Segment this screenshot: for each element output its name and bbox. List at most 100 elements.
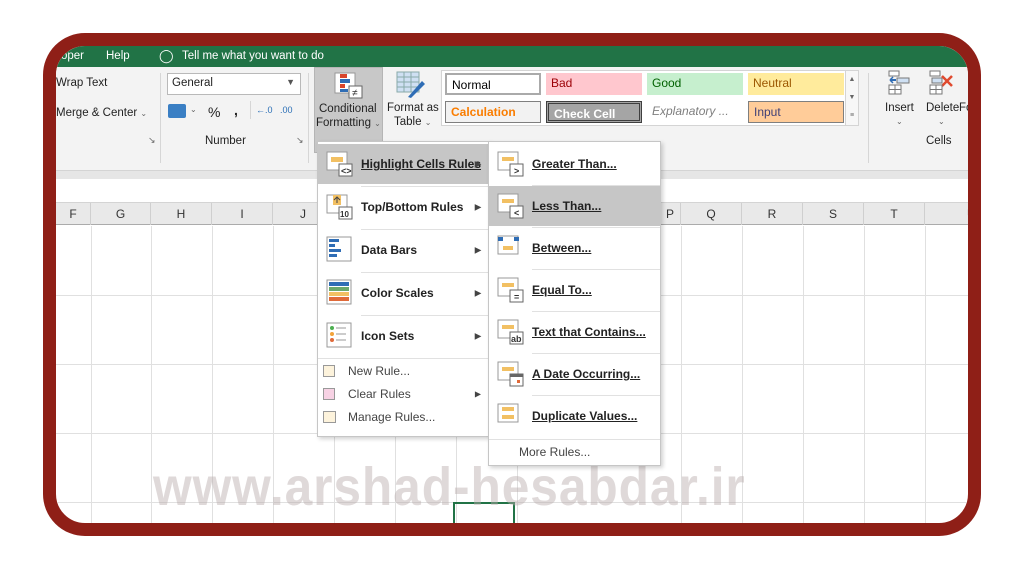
delete-button[interactable]: Delete ⌄ bbox=[922, 67, 962, 137]
gallery-scroll-up[interactable]: ▲ bbox=[845, 71, 858, 89]
percent-style-button[interactable]: % bbox=[208, 104, 220, 120]
fat-label-line1: Format as bbox=[387, 102, 439, 114]
cf-label-line1: Conditional bbox=[319, 103, 377, 115]
ribbon-tab-bar: oper Help ◯ Tell me what you want to do bbox=[56, 46, 968, 67]
comma-style-button[interactable]: , bbox=[234, 102, 238, 118]
column-header[interactable]: G bbox=[91, 203, 151, 225]
menu-item-clear-rules[interactable]: Clear Rules ▶ bbox=[318, 383, 489, 405]
merge-center-label: Merge & Center bbox=[56, 107, 138, 119]
lightbulb-icon: ◯ bbox=[159, 48, 174, 63]
merge-center-button[interactable]: Merge & Center ⌄ bbox=[56, 107, 147, 119]
menu-item-manage-rules[interactable]: Manage Rules... bbox=[318, 406, 489, 428]
cell-styles-gallery: Normal Bad Good Neutral Calculation Chec… bbox=[441, 70, 859, 126]
gallery-scroll-down[interactable]: ▼ bbox=[845, 89, 858, 107]
decrease-decimal-button[interactable]: .00 bbox=[280, 105, 293, 115]
style-calculation-label: Calculation bbox=[451, 105, 516, 119]
submenu-item-between[interactable]: Between... bbox=[489, 228, 660, 268]
style-calculation[interactable]: Calculation bbox=[445, 101, 541, 123]
chevron-down-icon: ⌄ bbox=[424, 118, 432, 127]
number-launcher-icon[interactable]: ↘ bbox=[296, 135, 304, 146]
data-bars-icon bbox=[326, 236, 352, 262]
column-header[interactable]: F bbox=[56, 203, 91, 225]
number-group-label: Number bbox=[205, 135, 246, 147]
column-header[interactable]: I bbox=[212, 203, 273, 225]
column-header[interactable]: U bbox=[925, 203, 968, 225]
column-header[interactable]: T bbox=[864, 203, 925, 225]
menu-item-color-scales[interactable]: Color Scales ▶ bbox=[318, 273, 489, 313]
style-check-cell[interactable]: Check Cell bbox=[546, 101, 642, 123]
menu-item-label: Data Bars bbox=[361, 243, 418, 257]
menu-item-icon-sets[interactable]: Icon Sets ▶ bbox=[318, 316, 489, 356]
style-explanatory[interactable]: Explanatory ... bbox=[647, 101, 743, 123]
menu-item-label: Icon Sets bbox=[361, 329, 415, 343]
style-bad[interactable]: Bad bbox=[546, 73, 642, 95]
column-header[interactable]: H bbox=[151, 203, 212, 225]
format-button-partial[interactable]: Fo bbox=[959, 102, 968, 114]
style-input-label: Input bbox=[754, 105, 781, 119]
menu-item-top-bottom-rules[interactable]: 10 Top/Bottom Rules ▶ bbox=[318, 187, 489, 227]
clear-rules-icon bbox=[323, 388, 335, 400]
chevron-down-icon: ⌄ bbox=[140, 109, 148, 118]
svg-text:ab: ab bbox=[511, 334, 522, 344]
tab-developer[interactable]: oper bbox=[61, 50, 84, 62]
tell-me-search[interactable]: Tell me what you want to do bbox=[182, 50, 324, 62]
chevron-down-icon: ⌄ bbox=[374, 119, 381, 128]
submenu-item-less-than[interactable]: < Less Than... bbox=[489, 186, 660, 226]
insert-button[interactable]: Insert ⌄ bbox=[881, 67, 921, 137]
submenu-arrow-icon: ▶ bbox=[474, 159, 481, 169]
menu-item-highlight-cells-rules[interactable]: <> Highlight Cells Rules ▶ bbox=[318, 144, 489, 184]
cells-group-label: Cells bbox=[926, 135, 952, 147]
icon-sets-icon bbox=[326, 322, 352, 348]
number-format-value: General bbox=[172, 77, 213, 89]
calendar-rule-icon bbox=[497, 361, 524, 387]
highlight-cells-icon: <> bbox=[326, 151, 353, 177]
menu-item-label: A Date Occurring... bbox=[532, 367, 641, 381]
style-bad-label: Bad bbox=[551, 76, 573, 90]
style-check-cell-label: Check Cell bbox=[554, 107, 616, 121]
style-normal[interactable]: Normal bbox=[445, 73, 541, 95]
menu-item-data-bars[interactable]: Data Bars ▶ bbox=[318, 230, 489, 270]
menu-item-new-rule[interactable]: New Rule... bbox=[318, 360, 489, 382]
submenu-item-greater-than[interactable]: > Greater Than... bbox=[489, 144, 660, 184]
menu-item-more-rules[interactable]: More Rules... bbox=[489, 441, 660, 463]
svg-text:≠: ≠ bbox=[352, 88, 358, 99]
increase-decimal-button[interactable]: ←.0 bbox=[256, 105, 273, 115]
chevron-down-icon: ▼ bbox=[286, 77, 295, 87]
submenu-item-duplicate-values[interactable]: Duplicate Values... bbox=[489, 396, 660, 436]
submenu-item-a-date-occurring[interactable]: A Date Occurring... bbox=[489, 354, 660, 394]
style-neutral-label: Neutral bbox=[753, 76, 792, 90]
chevron-down-icon[interactable]: ⌄ bbox=[190, 105, 197, 114]
menu-item-label: Equal To... bbox=[532, 283, 592, 297]
tab-help[interactable]: Help bbox=[106, 50, 130, 62]
submenu-arrow-icon: ▶ bbox=[474, 389, 481, 399]
menu-item-label: New Rule... bbox=[348, 364, 411, 378]
gallery-more-button[interactable]: ≡ bbox=[845, 107, 858, 125]
fat-label-line2: Table bbox=[394, 116, 422, 128]
conditional-formatting-menu: <> Highlight Cells Rules ▶ 10 Top/Bottom… bbox=[317, 141, 490, 437]
menu-item-label: Duplicate Values... bbox=[532, 409, 638, 423]
accounting-format-icon[interactable] bbox=[168, 104, 186, 118]
delete-cells-icon bbox=[929, 70, 953, 95]
style-input[interactable]: Input bbox=[748, 101, 844, 123]
style-explanatory-label: Explanatory ... bbox=[652, 104, 729, 118]
submenu-item-equal-to[interactable]: = Equal To... bbox=[489, 270, 660, 310]
column-header[interactable]: S bbox=[803, 203, 864, 225]
style-good[interactable]: Good bbox=[647, 73, 743, 95]
insert-cells-icon bbox=[888, 70, 910, 95]
format-as-table-icon bbox=[396, 71, 425, 98]
highlight-cells-submenu: > Greater Than... < Less Than... Between... =… bbox=[488, 141, 661, 466]
column-header[interactable]: R bbox=[742, 203, 803, 225]
submenu-arrow-icon: ▶ bbox=[474, 288, 481, 298]
menu-item-label: Less Than... bbox=[532, 199, 602, 213]
style-normal-label: Normal bbox=[452, 78, 491, 92]
wrap-text-button[interactable]: Wrap Text bbox=[56, 77, 107, 89]
submenu-arrow-icon: ▶ bbox=[474, 202, 481, 212]
svg-text:>: > bbox=[514, 166, 519, 176]
column-header[interactable]: Q bbox=[681, 203, 742, 225]
number-format-select[interactable]: General ▼ bbox=[167, 73, 301, 95]
alignment-launcher-icon[interactable]: ↘ bbox=[148, 135, 156, 146]
highlight-rule-icon: < bbox=[497, 193, 524, 219]
style-neutral[interactable]: Neutral bbox=[748, 73, 844, 95]
submenu-item-text-that-contains[interactable]: ab Text that Contains... bbox=[489, 312, 660, 352]
window-frame: oper Help ◯ Tell me what you want to do … bbox=[43, 33, 981, 536]
